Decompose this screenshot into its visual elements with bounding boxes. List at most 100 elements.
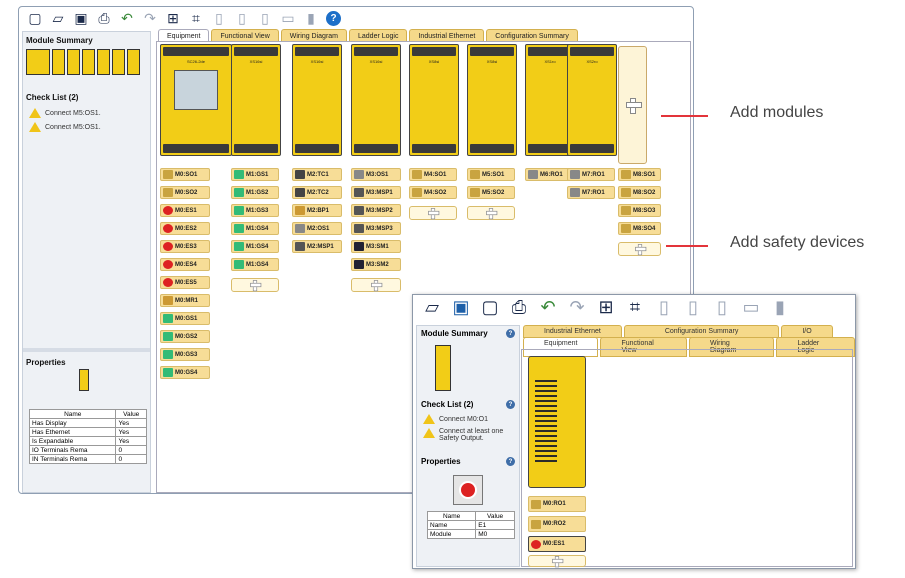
module-card[interactable]: SC26-2de — [160, 44, 232, 156]
undo-icon[interactable]: ↶ — [535, 297, 561, 317]
safety-output-icon — [412, 188, 422, 197]
check-item[interactable]: Connect at least one Safety Output. — [417, 426, 519, 444]
device-card[interactable]: M7:RO1 — [567, 168, 615, 181]
device-card[interactable]: M0:GS2 — [160, 330, 210, 343]
redo-icon[interactable]: ↷ — [564, 297, 590, 317]
network-icon[interactable]: ⌗ — [186, 9, 206, 27]
left-panel: Module Summary Check List (2) Connect M5… — [22, 31, 151, 493]
open-folder-icon[interactable]: ▱ — [48, 9, 68, 27]
page-a-icon[interactable]: ▯ — [651, 297, 677, 317]
panel-splitter[interactable] — [23, 348, 150, 352]
device-card[interactable]: M5:SO2 — [467, 186, 515, 199]
module-card[interactable]: XS16si — [231, 44, 281, 156]
device-card[interactable]: M0:ES3 — [160, 240, 210, 253]
add-device-button[interactable] — [467, 206, 515, 220]
new-file-icon[interactable]: ▢ — [25, 9, 45, 27]
device-card[interactable]: M0:ES4 — [160, 258, 210, 271]
device-card[interactable]: M0:MR1 — [160, 294, 210, 307]
device-card[interactable]: M6:RO1 — [525, 168, 573, 181]
device-card[interactable]: M1:GS1 — [231, 168, 279, 181]
device-card[interactable]: M0:ES1 — [528, 536, 586, 552]
add-module-button[interactable] — [618, 46, 647, 164]
redo-icon[interactable]: ↷ — [140, 9, 160, 27]
help-icon[interactable]: ? — [506, 400, 515, 409]
print-preview-icon[interactable]: ⊞ — [163, 9, 183, 27]
print-icon[interactable]: ⎙ — [94, 9, 114, 27]
device-card[interactable]: M0:SO2 — [160, 186, 210, 199]
device-card[interactable]: M1:GS4 — [231, 258, 279, 271]
device-card[interactable]: M0:ES1 — [160, 204, 210, 217]
zoom-module-preview[interactable] — [435, 345, 451, 391]
device-card[interactable]: M0:ES5 — [160, 276, 210, 289]
device-card[interactable]: M2:OS1 — [292, 222, 342, 235]
module-card[interactable]: XS16si — [351, 44, 401, 156]
device-card[interactable]: M1:GS4 — [231, 240, 279, 253]
check-item[interactable]: Connect M5:OS1. — [23, 120, 150, 134]
module-card[interactable]: XS8si — [467, 44, 517, 156]
pin-icon[interactable]: ▮ — [767, 297, 793, 317]
device-card[interactable]: M3:MSP2 — [351, 204, 401, 217]
device-card[interactable]: M4:SO2 — [409, 186, 457, 199]
module-summary-preview[interactable] — [23, 49, 150, 75]
print-preview-icon[interactable]: ⊞ — [593, 297, 619, 317]
device-card[interactable]: M3:OS1 — [351, 168, 401, 181]
device-card[interactable]: M0:SO1 — [160, 168, 210, 181]
save-icon[interactable]: ▣ — [448, 297, 474, 317]
check-item[interactable]: Connect M5:OS1. — [23, 106, 150, 120]
device-card[interactable]: M0:RO2 — [528, 516, 586, 532]
zoom-module-card[interactable] — [528, 356, 586, 488]
add-device-button[interactable] — [409, 206, 457, 220]
device-card[interactable]: M4:SO1 — [409, 168, 457, 181]
page-c-icon[interactable]: ▯ — [255, 9, 275, 27]
module-card[interactable]: XS16si — [292, 44, 342, 156]
device-card[interactable]: M0:GS1 — [160, 312, 210, 325]
device-card[interactable]: M2:MSP1 — [292, 240, 342, 253]
module-card[interactable]: XS8si — [409, 44, 459, 156]
device-card[interactable]: M7:RO1 — [567, 186, 615, 199]
add-device-button[interactable] — [528, 555, 586, 568]
page-b-icon[interactable]: ▯ — [232, 9, 252, 27]
device-card[interactable]: M3:MSP1 — [351, 186, 401, 199]
device-card[interactable]: M8:SO4 — [618, 222, 661, 235]
save-icon[interactable]: ▣ — [71, 9, 91, 27]
print-icon[interactable]: ⎙ — [506, 297, 532, 317]
page-d-icon[interactable]: ▭ — [278, 9, 298, 27]
device-card[interactable]: M1:GS2 — [231, 186, 279, 199]
page-d-icon[interactable]: ▭ — [738, 297, 764, 317]
device-card[interactable]: M3:SM2 — [351, 258, 401, 271]
module-label: XS16si — [369, 59, 383, 64]
device-card[interactable]: M2:BP1 — [292, 204, 342, 217]
device-card[interactable]: M3:MSP3 — [351, 222, 401, 235]
pin-icon[interactable]: ▮ — [301, 9, 321, 27]
help-icon[interactable]: ? — [506, 457, 515, 466]
page-a-icon[interactable]: ▯ — [209, 9, 229, 27]
undo-icon[interactable]: ↶ — [117, 9, 137, 27]
check-item[interactable]: Connect M0:O1 — [417, 412, 519, 426]
add-device-button[interactable] — [618, 242, 661, 256]
network-icon[interactable]: ⌗ — [622, 297, 648, 317]
module-card[interactable]: XS2ro — [567, 44, 617, 156]
device-card[interactable]: M5:SO1 — [467, 168, 515, 181]
page-b-icon[interactable]: ▯ — [680, 297, 706, 317]
new-file-icon[interactable]: ▢ — [477, 297, 503, 317]
device-card[interactable]: M0:ES2 — [160, 222, 210, 235]
device-card[interactable]: M8:SO3 — [618, 204, 661, 217]
device-label: M4:SO2 — [424, 189, 447, 196]
help-icon[interactable]: ? — [326, 10, 341, 26]
page-c-icon[interactable]: ▯ — [709, 297, 735, 317]
device-card[interactable]: M2:TC2 — [292, 186, 342, 199]
device-card[interactable]: M0:GS3 — [160, 348, 210, 361]
device-card[interactable]: M8:SO1 — [618, 168, 661, 181]
device-card[interactable]: M0:RO1 — [528, 496, 586, 512]
device-card[interactable]: M0:GS4 — [160, 366, 210, 379]
device-card[interactable]: M1:GS4 — [231, 222, 279, 235]
add-device-button[interactable] — [351, 278, 401, 292]
device-card[interactable]: M2:TC1 — [292, 168, 342, 181]
device-card[interactable]: M3:SM1 — [351, 240, 401, 253]
add-device-button[interactable] — [231, 278, 279, 292]
help-icon[interactable]: ? — [506, 329, 515, 338]
device-card[interactable]: M1:GS3 — [231, 204, 279, 217]
open-folder-icon[interactable]: ▱ — [419, 297, 445, 317]
gate-switch-icon — [163, 350, 173, 359]
device-card[interactable]: M8:SO2 — [618, 186, 661, 199]
